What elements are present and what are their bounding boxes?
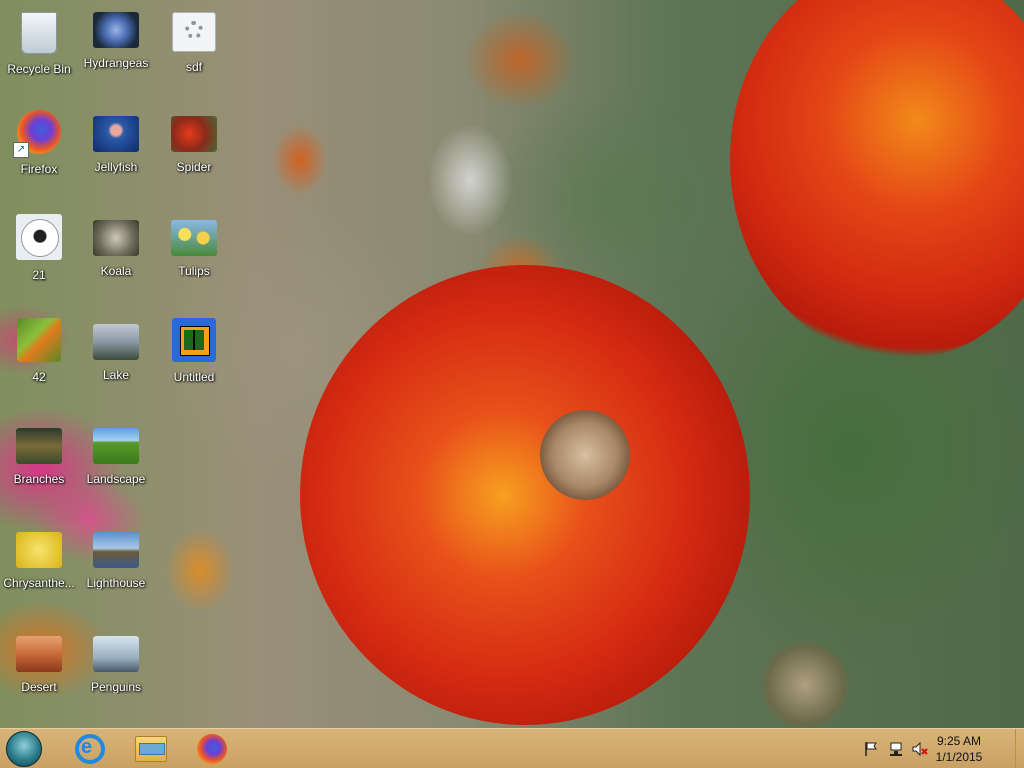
desktop-icon-label: 21 [32, 268, 46, 282]
image-file-icon [93, 636, 139, 672]
desktop-icon-untitled[interactable]: Untitled [155, 312, 233, 410]
image-file-icon [93, 428, 139, 464]
desktop-icon-jellyfish[interactable]: Jellyfish [77, 104, 155, 202]
app-icon-window [184, 330, 204, 350]
desktop-icon-label: Untitled [173, 370, 215, 384]
desktop-icon-spider[interactable]: Spider [155, 104, 233, 202]
firefox-icon [197, 734, 227, 764]
desktop-icon-label: Branches [13, 472, 65, 486]
desktop-icon-lake[interactable]: Lake [77, 312, 155, 410]
desktop-icon-penguins[interactable]: Penguins [77, 624, 155, 722]
wallpaper-flower-center [300, 265, 750, 725]
start-orb-icon [6, 731, 42, 767]
network-icon[interactable] [888, 741, 904, 757]
wallpaper-spider [540, 410, 630, 500]
desktop-icon-recycle-bin[interactable]: Recycle Bin [0, 0, 78, 98]
image-file-icon [93, 220, 139, 256]
desktop-icon-tulips[interactable]: Tulips [155, 208, 233, 306]
image-file-icon [16, 428, 62, 464]
image-file-icon [93, 12, 139, 48]
desktop-icon-21[interactable]: 21 [0, 208, 78, 306]
taskbar: e 9:25 AM 1/1/2015 [0, 728, 1024, 768]
image-file-icon [16, 532, 62, 568]
system-tray: 9:25 AM 1/1/2015 [854, 729, 1024, 768]
desktop-icon-label: Recycle Bin [7, 62, 71, 76]
desktop-icon-hydrangeas[interactable]: Hydrangeas [77, 0, 155, 98]
clock-time: 9:25 AM [936, 734, 982, 748]
desktop-icon-label: Landscape [86, 472, 146, 486]
file-explorer-icon [135, 736, 167, 762]
desktop-icon-firefox[interactable]: ↗ Firefox [0, 104, 78, 202]
soccer-ball-shape [21, 219, 59, 257]
desktop-icon-sdf[interactable]: sdf [155, 0, 233, 98]
recycle-bin-icon [21, 12, 57, 54]
taskbar-ie-button[interactable]: e [70, 731, 110, 767]
desktop-icon-desert[interactable]: Desert [0, 624, 78, 722]
desktop-icon-label: Lake [102, 368, 130, 382]
desktop-icon-label: Lighthouse [86, 576, 146, 590]
volume-muted-icon[interactable] [912, 741, 928, 757]
explorer-window-strip [139, 743, 165, 755]
ie-letter: e [81, 736, 93, 758]
image-file-icon [17, 318, 61, 362]
desktop-icon-label: Penguins [90, 680, 142, 694]
start-button[interactable] [6, 731, 46, 767]
desktop-icon-landscape[interactable]: Landscape [77, 416, 155, 514]
taskbar-explorer-button[interactable] [131, 731, 171, 767]
desktop-icon-koala[interactable]: Koala [77, 208, 155, 306]
internet-explorer-icon: e [75, 734, 105, 764]
image-file-icon [16, 636, 62, 672]
wallpaper-flower-topright [730, 0, 1024, 360]
desktop-icon-lighthouse[interactable]: Lighthouse [77, 520, 155, 618]
image-file-icon [93, 324, 139, 360]
desktop-icon-label: 42 [32, 370, 46, 384]
desktop-icon-label: Chrysanthe... [3, 576, 75, 590]
soccer-ball-icon [16, 214, 62, 260]
desktop-icon-branches[interactable]: Branches [0, 416, 78, 514]
shortcut-arrow-icon: ↗ [13, 142, 29, 158]
settings-file-icon [172, 12, 216, 52]
desktop-icon-chrysanthemum[interactable]: Chrysanthe... [0, 520, 78, 618]
taskbar-clock[interactable]: 9:25 AM 1/1/2015 [934, 733, 984, 765]
taskbar-firefox-button[interactable] [192, 731, 232, 767]
desktop-icon-label: Spider [176, 160, 212, 174]
desktop-icon-label: Hydrangeas [83, 56, 149, 70]
desktop-icon-label: Jellyfish [94, 160, 138, 174]
desktop-icon-42[interactable]: 42 [0, 312, 78, 410]
image-file-icon [93, 116, 139, 152]
wallpaper-bud [760, 640, 850, 728]
desktop-icon-label: Desert [21, 680, 57, 694]
show-desktop-button[interactable] [1015, 729, 1024, 768]
desktop-icon-label: Firefox [20, 162, 58, 176]
image-file-icon [171, 116, 217, 152]
desktop-icon-label: Koala [100, 264, 132, 278]
clock-date: 1/1/2015 [935, 750, 983, 764]
image-file-icon [171, 220, 217, 256]
action-center-flag-icon[interactable] [864, 741, 880, 757]
firefox-icon: ↗ [13, 110, 61, 158]
desktop-icon-label: Tulips [178, 264, 210, 278]
app-icon [172, 318, 216, 362]
image-file-icon [93, 532, 139, 568]
desktop-icon-label: sdf [185, 60, 202, 74]
gear-icon [185, 21, 203, 39]
